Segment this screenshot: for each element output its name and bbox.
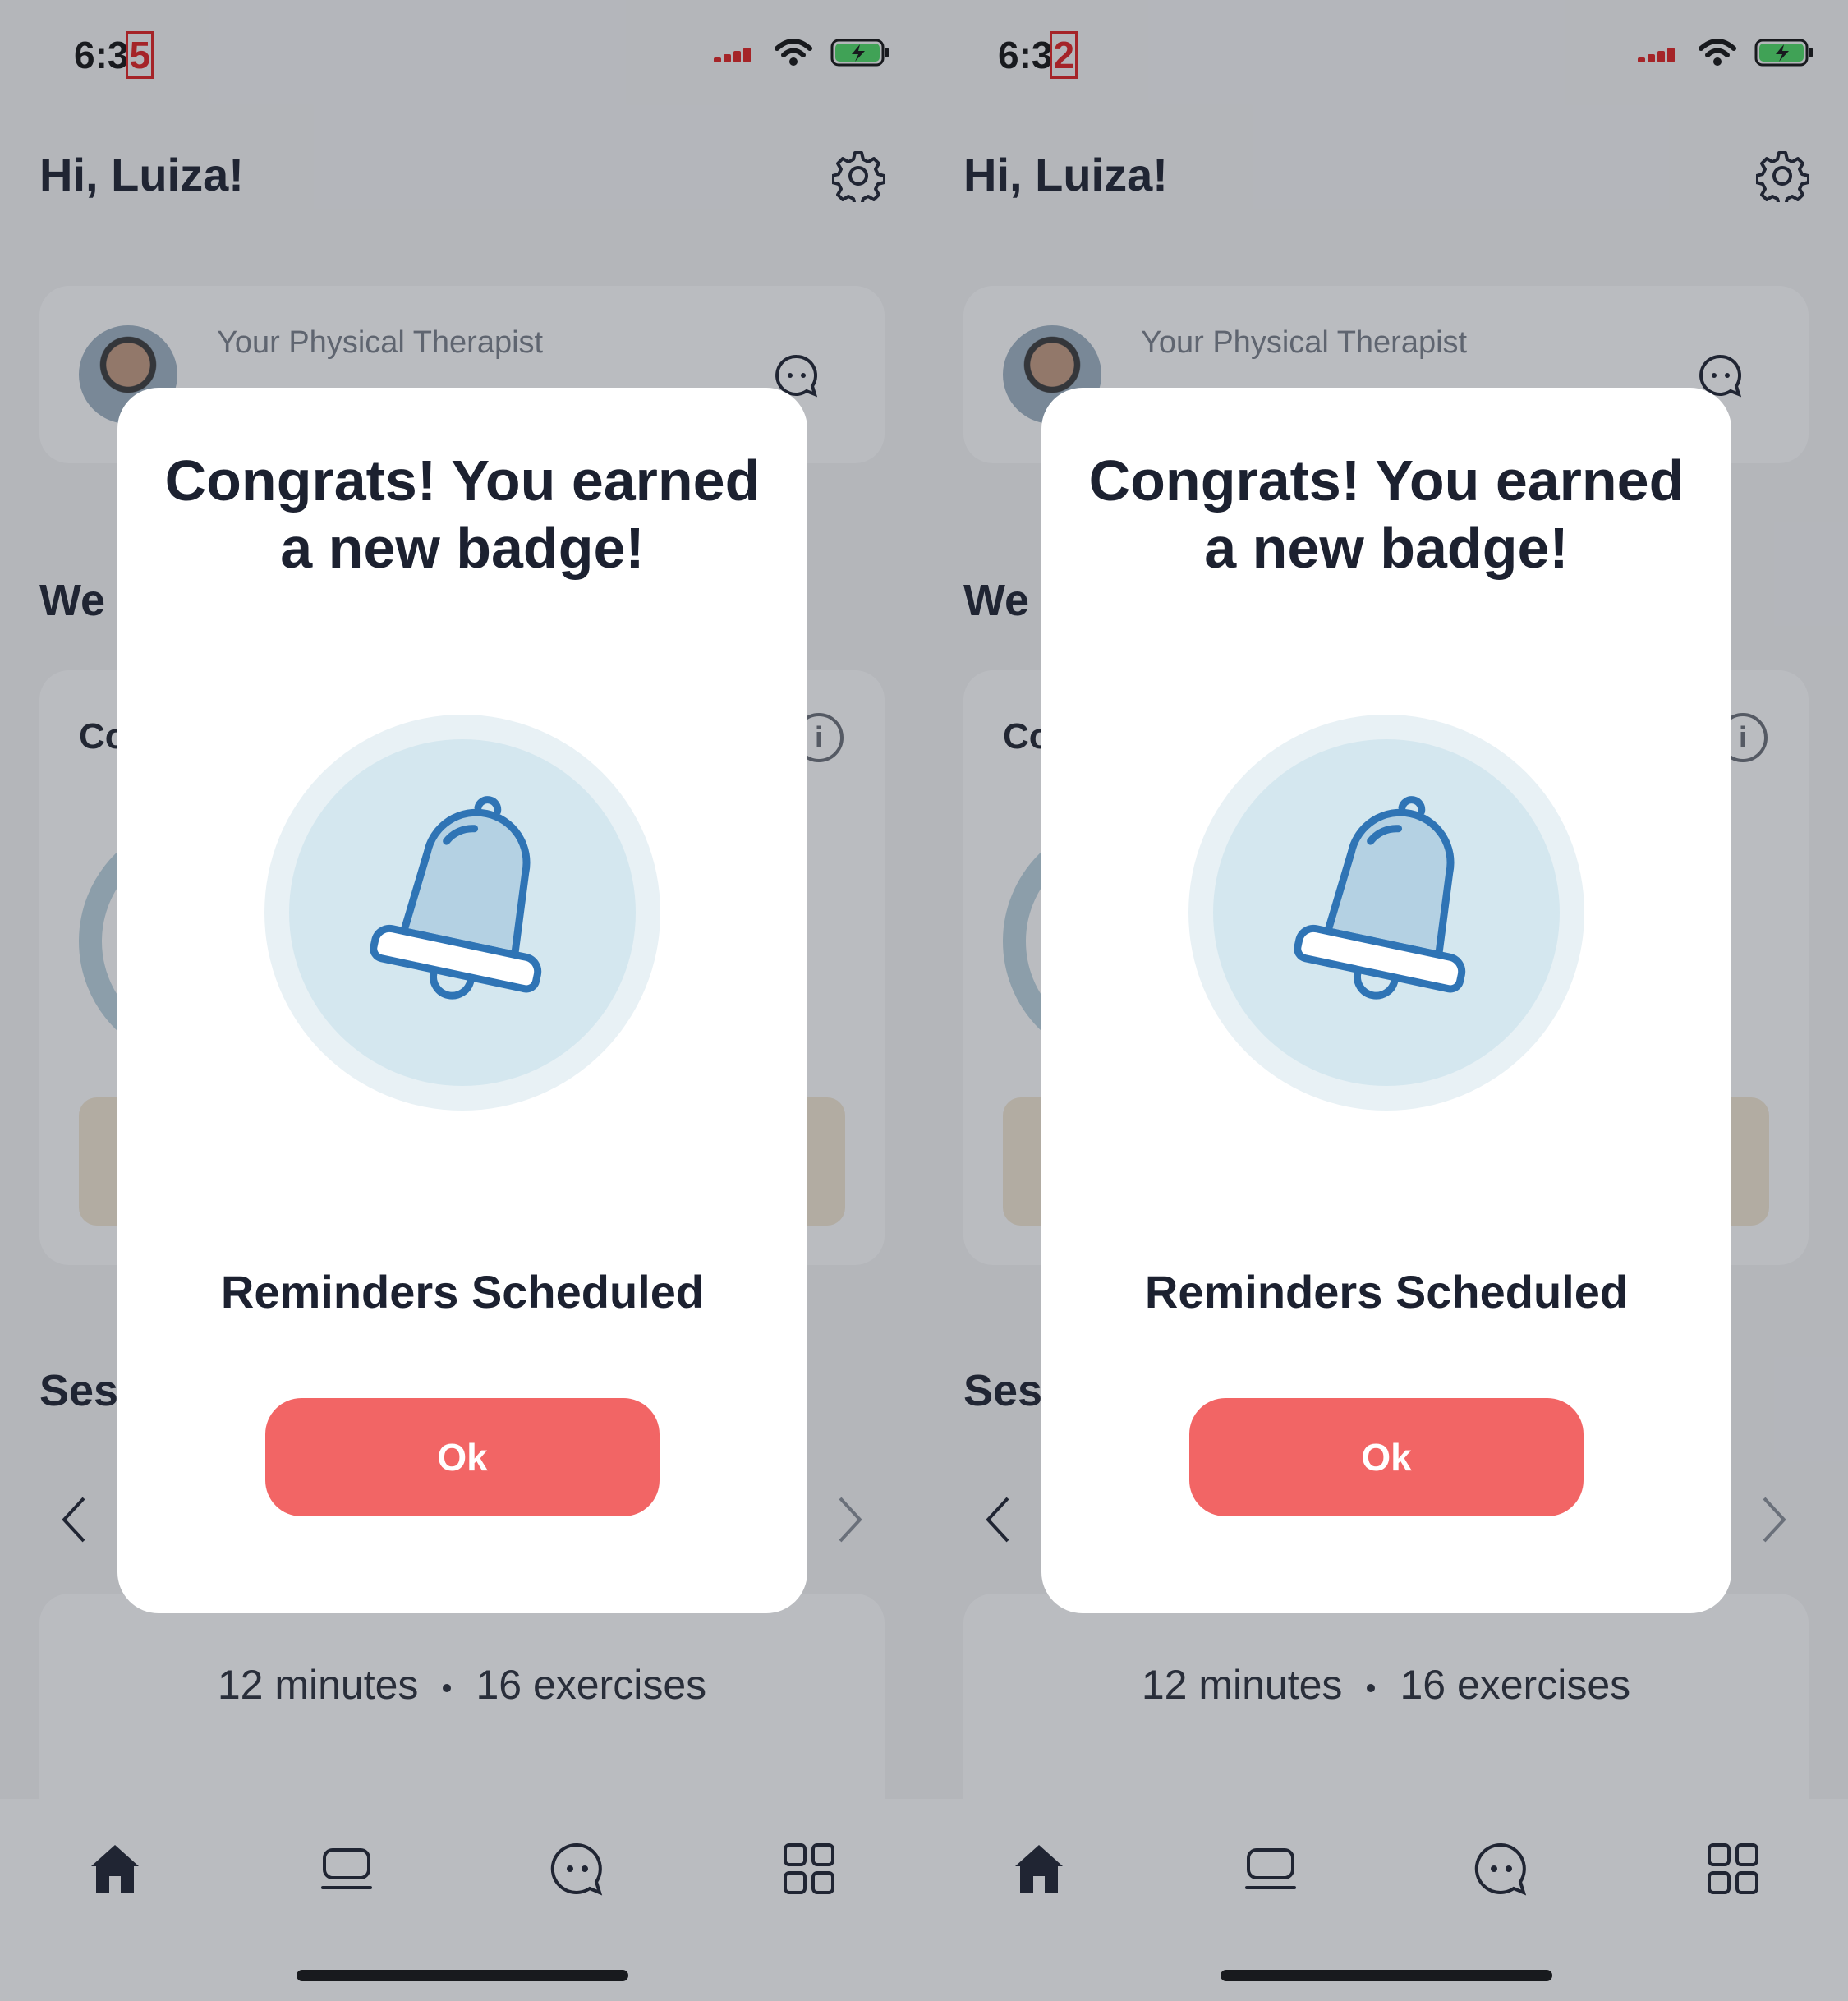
screen-left: 6:35 Hi, Luiza! Your Physical Therapist … — [0, 0, 924, 2001]
ok-button[interactable]: Ok — [265, 1398, 660, 1516]
badge-modal: Congrats! You earned a new badge! Remind… — [117, 388, 807, 1613]
screen-right: 6:32 Hi, Luiza! Your Physical Therapist … — [924, 0, 1848, 2001]
badge-name: Reminders Scheduled — [1144, 1266, 1629, 1318]
badge-modal: Congrats! You earned a new badge! Remind… — [1041, 388, 1731, 1613]
ok-button[interactable]: Ok — [1189, 1398, 1584, 1516]
bell-icon — [264, 715, 660, 1111]
modal-title: Congrats! You earned a new badge! — [1088, 448, 1685, 580]
bell-icon — [1188, 715, 1584, 1111]
modal-title: Congrats! You earned a new badge! — [164, 448, 761, 580]
badge-name: Reminders Scheduled — [220, 1266, 705, 1318]
